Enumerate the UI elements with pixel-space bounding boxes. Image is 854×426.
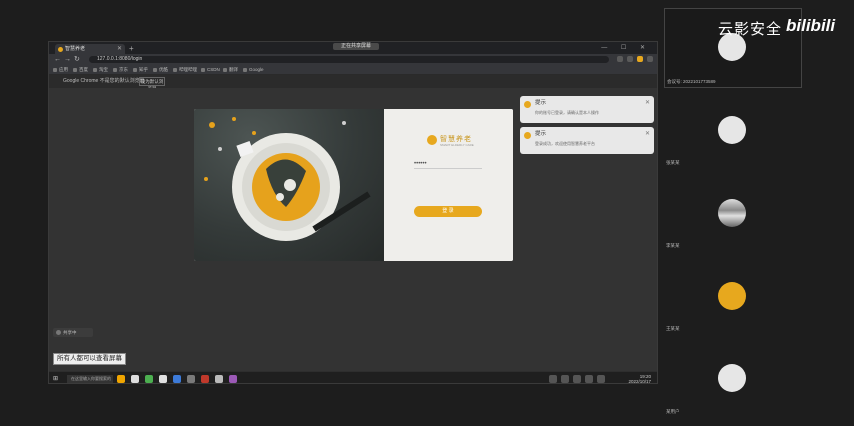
close-icon[interactable]: ✕	[645, 130, 650, 137]
bowl-illustration	[204, 117, 371, 241]
bookmark-item[interactable]: 翻译	[223, 67, 238, 73]
extension-icon[interactable]	[617, 56, 623, 62]
infobar-text: Google Chrome 不是您的默认浏览器	[63, 78, 145, 84]
menu-icon[interactable]	[647, 56, 653, 62]
login-form: 智慧养老 SMART ELDERLY CARE •••••• 登 录	[384, 109, 513, 261]
shared-screen: 智慧养老 ✕ + — ☐ ✕ ← → ↻ 127.0.0.1:8080/logi…	[48, 41, 658, 384]
set-default-button[interactable]: 设为默认浏览器	[139, 77, 165, 91]
profile-icon[interactable]	[637, 56, 643, 62]
screen-share-indicator[interactable]: 正在共享屏幕	[333, 43, 379, 50]
taskbar: ⊞ 在这里输入你要搜索的内容 19:20 2022/10/17	[49, 371, 657, 384]
logo-subtitle: SMART ELDERLY CARE	[440, 143, 474, 147]
notification-body: 你的账号已登录，请确认是本人操作	[535, 110, 599, 115]
browser-tab[interactable]: 智慧养老 ✕	[55, 44, 125, 54]
bookmarks-bar: 应用 百度 淘宝 京东 知乎 优酷 哔哩哔哩 CSDN 翻译 Google	[49, 65, 657, 75]
address-bar: ← → ↻ 127.0.0.1:8080/login	[49, 54, 657, 65]
app-icon[interactable]	[159, 375, 167, 383]
login-button[interactable]: 登 录	[414, 206, 482, 217]
clock: 19:20 2022/10/17	[628, 374, 651, 384]
app-icon[interactable]	[229, 375, 237, 383]
tray-icon[interactable]	[573, 375, 581, 383]
reload-icon[interactable]: ↻	[74, 55, 80, 64]
bookmark-item[interactable]: 知乎	[133, 67, 148, 73]
tab-title: 智慧养老	[65, 46, 86, 52]
notification-title: 提示	[535, 131, 547, 137]
bookmark-item[interactable]: 应用	[53, 67, 68, 73]
bookmark-item[interactable]: 京东	[113, 67, 128, 73]
bookmark-item[interactable]: 淘宝	[93, 67, 108, 73]
default-browser-infobar: Google Chrome 不是您的默认浏览器 设为默认浏览器	[49, 75, 657, 91]
app-icon[interactable]	[145, 375, 153, 383]
new-tab-icon[interactable]: +	[129, 44, 134, 53]
bookmark-item[interactable]: 优酷	[153, 67, 168, 73]
favicon-icon	[58, 47, 63, 52]
tray-icon[interactable]	[549, 375, 557, 383]
subtitle-caption: 所有人都可以查看屏幕	[53, 353, 126, 365]
logo-icon	[427, 135, 437, 145]
screen-recording: 智慧养老 ✕ + — ☐ ✕ ← → ↻ 127.0.0.1:8080/logi…	[0, 0, 854, 426]
app-icon[interactable]	[173, 375, 181, 383]
app-icon[interactable]	[117, 375, 125, 383]
taskbar-search[interactable]: 在这里输入你要搜索的内容	[67, 375, 113, 383]
login-card: 智慧养老 SMART ELDERLY CARE •••••• 登 录	[194, 109, 513, 261]
app-icon[interactable]	[201, 375, 209, 383]
close-icon[interactable]: ✕	[645, 99, 650, 106]
notification-body: 登录成功，欢迎使用智慧养老平台	[535, 141, 595, 146]
url-input[interactable]: 127.0.0.1:8080/login	[89, 56, 609, 63]
notification-title: 提示	[535, 100, 547, 106]
tray-icon[interactable]	[597, 375, 605, 383]
start-icon[interactable]: ⊞	[53, 375, 58, 382]
close-tab-icon[interactable]: ✕	[117, 44, 122, 54]
extension-icon[interactable]	[627, 56, 633, 62]
bookmark-item[interactable]: CSDN	[201, 67, 220, 73]
bookmark-item[interactable]: Google	[243, 67, 264, 73]
food-photo	[194, 109, 384, 261]
participant-name: 某用户	[666, 409, 680, 414]
forward-icon[interactable]: →	[64, 55, 71, 64]
app-icon[interactable]	[187, 375, 195, 383]
notification-toast[interactable]: 提示 你的账号已登录，请确认是本人操作 ✕	[520, 96, 654, 123]
participant-name: 王某某	[666, 326, 680, 331]
back-icon[interactable]: ←	[54, 55, 61, 64]
avatar	[718, 282, 746, 310]
avatar	[718, 364, 746, 392]
sharing-chip[interactable]: 共享中	[53, 328, 93, 337]
bilibili-logo: bilibili	[786, 16, 836, 35]
password-field[interactable]: ••••••	[414, 161, 482, 169]
notification-toast[interactable]: 提示 登录成功，欢迎使用智慧养老平台 ✕	[520, 127, 654, 154]
warning-icon	[524, 101, 531, 108]
meeting-id-label: 会议号: 2022101773589	[667, 79, 716, 84]
participant-name: 李某某	[666, 243, 680, 248]
tray-icon[interactable]	[561, 375, 569, 383]
avatar	[718, 199, 746, 227]
app-icon[interactable]	[215, 375, 223, 383]
window-controls[interactable]: — ☐ ✕	[601, 44, 651, 51]
bookmark-item[interactable]: 百度	[73, 67, 88, 73]
bookmark-item[interactable]: 哔哩哔哩	[173, 67, 197, 73]
warning-icon	[524, 132, 531, 139]
tray-icon[interactable]	[585, 375, 593, 383]
app-icon[interactable]	[131, 375, 139, 383]
avatar	[718, 116, 746, 144]
participant-name: 张某某	[666, 160, 680, 165]
clock-date: 2022/10/17	[628, 379, 651, 384]
watermark-brand: 云影安全	[718, 21, 783, 38]
